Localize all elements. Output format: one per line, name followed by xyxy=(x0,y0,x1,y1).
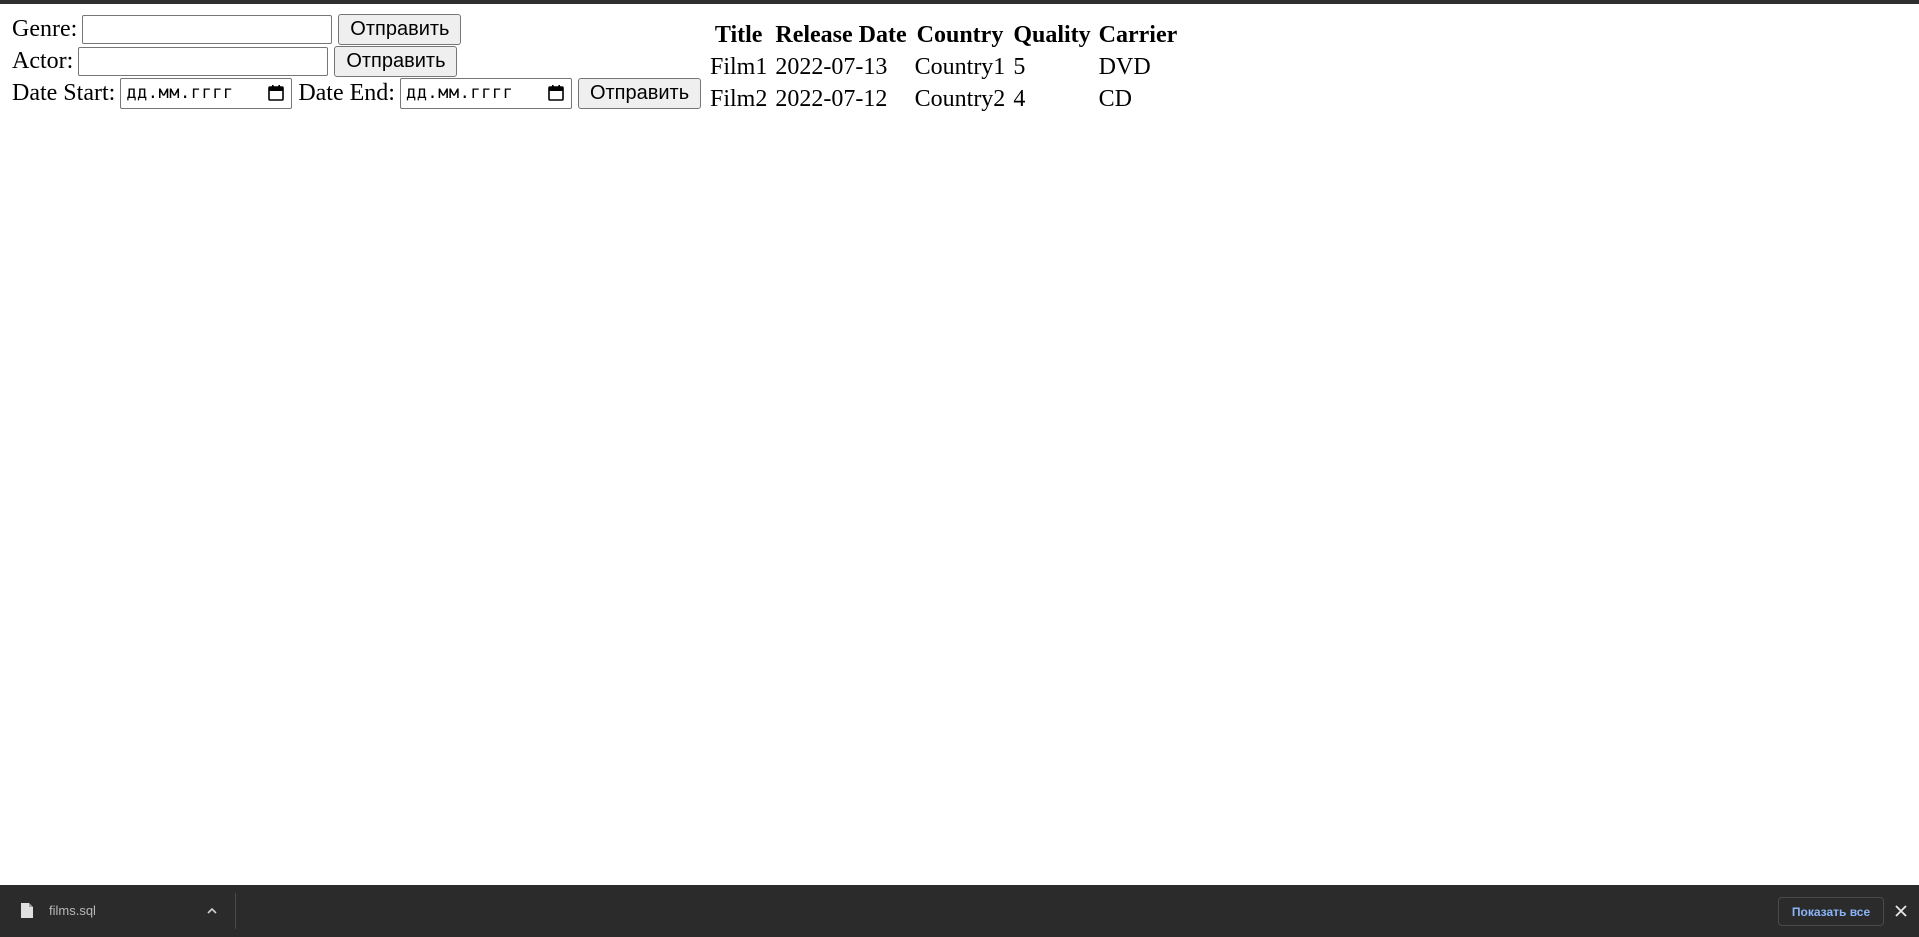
cell-quality: 4 xyxy=(1013,85,1026,112)
genre-label: Genre: xyxy=(12,15,78,42)
date-range-submit-button[interactable]: Отправить xyxy=(577,77,702,109)
actor-input[interactable] xyxy=(78,46,329,76)
file-icon xyxy=(21,903,33,918)
download-file-name: films.sql xyxy=(49,903,96,918)
films-table: Title Release Date Country Quality Carri… xyxy=(705,18,1182,116)
actor-label: Actor: xyxy=(12,47,74,74)
date-start-label: Date Start: xyxy=(12,79,116,106)
download-item[interactable]: films.sql xyxy=(0,885,235,937)
column-header-carrier: Carrier xyxy=(1098,21,1178,48)
column-header-title: Title xyxy=(714,21,763,48)
cell-release-date: 2022-07-12 xyxy=(775,85,888,112)
calendar-icon[interactable] xyxy=(267,84,285,102)
date-end-placeholder: дд.мм.гггг xyxy=(405,83,514,103)
actor-submit-button[interactable]: Отправить xyxy=(334,45,458,77)
films-table-container: Title Release Date Country Quality Carri… xyxy=(705,18,1182,116)
date-end-input[interactable]: дд.мм.гггг xyxy=(399,77,572,109)
cell-quality: 5 xyxy=(1013,53,1026,80)
cell-carrier: DVD xyxy=(1098,53,1151,80)
cell-release-date: 2022-07-13 xyxy=(775,53,888,80)
cell-carrier: CD xyxy=(1098,85,1132,112)
cell-title: Film2 xyxy=(710,85,768,112)
table-row: Film1 2022-07-13 Country1 5 DVD xyxy=(707,52,1180,82)
close-icon[interactable] xyxy=(1894,904,1908,918)
cell-country: Country1 xyxy=(914,53,1006,80)
date-start-placeholder: дд.мм.гггг xyxy=(126,83,234,103)
cell-country: Country2 xyxy=(914,85,1006,112)
column-header-quality: Quality xyxy=(1013,21,1091,48)
table-row: Film2 2022-07-12 Country2 4 CD xyxy=(707,84,1180,114)
actor-form: Actor: Отправить xyxy=(12,45,712,77)
date-range-form: Date Start: дд.мм.гггг Date End: дд.мм.г… xyxy=(12,77,712,109)
date-end-label: Date End: xyxy=(298,79,395,106)
download-bar-divider xyxy=(235,893,236,929)
date-start-input[interactable]: дд.мм.гггг xyxy=(120,77,293,109)
genre-input[interactable] xyxy=(82,14,333,44)
genre-form: Genre: Отправить xyxy=(12,13,712,45)
cell-title: Film1 xyxy=(710,53,768,80)
chevron-up-icon[interactable] xyxy=(205,904,219,918)
column-header-country: Country xyxy=(916,21,1004,48)
filter-forms: Genre: Отправить Actor: Отправить Date S… xyxy=(12,13,712,109)
genre-submit-button[interactable]: Отправить xyxy=(338,13,462,45)
table-header-row: Title Release Date Country Quality Carri… xyxy=(707,20,1180,50)
download-bar: films.sql Показать все xyxy=(0,885,1919,937)
show-all-downloads-button[interactable]: Показать все xyxy=(1778,897,1884,926)
column-header-release-date: Release Date xyxy=(775,21,907,48)
calendar-icon[interactable] xyxy=(547,84,565,102)
browser-top-edge xyxy=(0,0,1919,4)
